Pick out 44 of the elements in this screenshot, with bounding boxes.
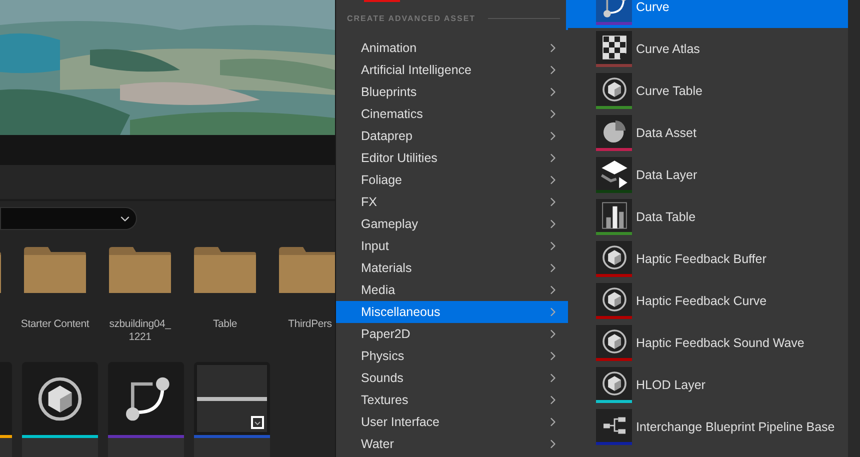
submenu-item[interactable]: Curve Atlas: [568, 28, 848, 70]
menu-item[interactable]: Miscellaneous: [336, 301, 568, 323]
folder-label: szbuilding04_ 1221: [108, 318, 172, 344]
menu-item[interactable]: Artificial Intelligence: [336, 59, 568, 81]
scrollbar[interactable]: [848, 0, 860, 457]
folder-label: Table: [212, 318, 238, 331]
submenu-item[interactable]: Haptic Feedback Buffer: [568, 238, 848, 280]
submenu-item[interactable]: Haptic Feedback Sound Wave: [568, 322, 848, 364]
submenu-item[interactable]: Data Asset: [568, 112, 848, 154]
menu-item[interactable]: Dataprep: [336, 125, 568, 147]
asset-tile[interactable]: [108, 362, 184, 457]
submenu-item[interactable]: Data Layer: [568, 154, 848, 196]
menu-item[interactable]: Foliage: [336, 169, 568, 191]
folder-icon: [194, 247, 256, 295]
widget-icon: [251, 416, 264, 429]
submenu-item[interactable]: Data Table: [568, 196, 848, 238]
asset-tile[interactable]: [22, 362, 98, 457]
folder-label: Starter Content: [20, 318, 90, 331]
menu-item[interactable]: Water: [336, 433, 568, 455]
menu-item[interactable]: Input: [336, 235, 568, 257]
submenu-item[interactable]: Curve Table: [568, 70, 848, 112]
submenu-item[interactable]: HLOD Layer: [568, 364, 848, 406]
menu-item[interactable]: Gameplay: [336, 213, 568, 235]
menu-item[interactable]: Sounds: [336, 367, 568, 389]
folder-icon: [24, 247, 86, 295]
submenu-item[interactable]: Curve: [568, 0, 848, 28]
menu-item[interactable]: Media: [336, 279, 568, 301]
menu-item[interactable]: Materials: [336, 257, 568, 279]
menu-item[interactable]: Textures: [336, 389, 568, 411]
folder-label: ThirdPers: [287, 318, 333, 331]
menu-accent-line: [364, 0, 400, 2]
menu-item[interactable]: Blueprints: [336, 81, 568, 103]
menu-item[interactable]: Editor Utilities: [336, 147, 568, 169]
menu-item[interactable]: User Interface: [336, 411, 568, 433]
submenu-item[interactable]: Haptic Feedback Curve: [568, 280, 848, 322]
menu-section-header: CREATE ADVANCED ASSET: [347, 12, 476, 24]
menu-item[interactable]: Cinematics: [336, 103, 568, 125]
menu-item[interactable]: Paper2D: [336, 323, 568, 345]
submenu-item[interactable]: Interchange Blueprint Pipeline Base: [568, 406, 848, 448]
menu-item[interactable]: FX: [336, 191, 568, 213]
menu-item[interactable]: Animation: [336, 37, 568, 59]
asset-tile[interactable]: [194, 362, 270, 457]
menu-item[interactable]: Physics: [336, 345, 568, 367]
folder-icon: [109, 247, 171, 295]
